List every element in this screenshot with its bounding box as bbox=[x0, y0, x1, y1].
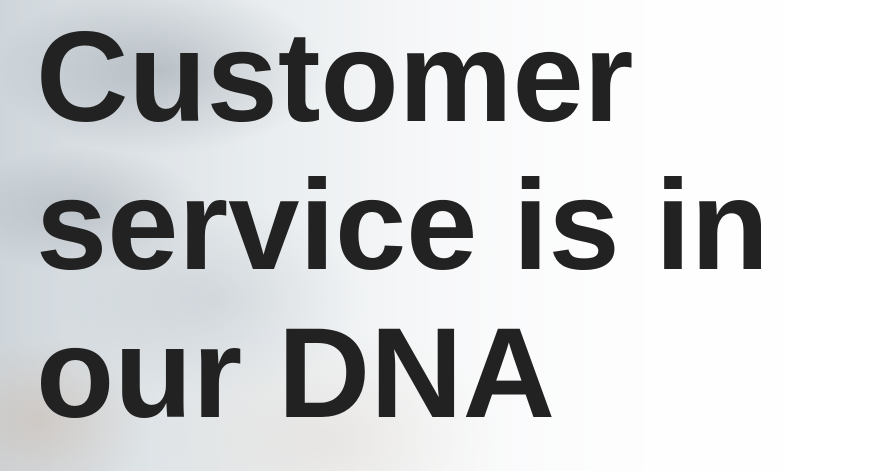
headline-line-1: Customer bbox=[36, 6, 634, 149]
headline-line-3: our DNA bbox=[36, 302, 556, 445]
headline-line-2: service is in bbox=[36, 154, 769, 297]
hero-headline: Customer service is in our DNA bbox=[36, 4, 769, 448]
hero-banner: Customer service is in our DNA bbox=[0, 0, 871, 471]
